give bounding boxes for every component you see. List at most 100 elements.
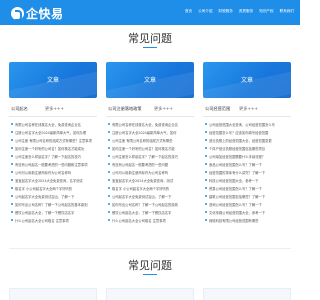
bullet-icon <box>108 203 110 205</box>
bullet-icon <box>11 187 13 189</box>
faq-column-scope: 文章 公司经营范围 更多+++ 公司经营范围大全查询，公司经营范围怎么写 经营范… <box>203 62 291 224</box>
column-title: 公司经营范围 <box>205 106 231 111</box>
list-item[interactable]: 如何写出公司名称？了解一下公司起名的原则 <box>106 200 194 208</box>
bullet-icon <box>205 171 207 173</box>
bullet-icon <box>11 219 13 221</box>
bullet-icon <box>11 211 13 213</box>
section-divider <box>9 248 291 249</box>
column-banner[interactable]: 文章 <box>106 62 194 98</box>
bullet-icon <box>11 123 13 125</box>
article-list: 公司经营范围大全查询，公司经营范围怎么写 经营范围怎么写？应该如何填写经营范围 … <box>203 120 291 224</box>
nav-item-home[interactable]: 首页 <box>185 9 192 14</box>
bullet-icon <box>205 187 207 189</box>
bullet-icon <box>205 131 207 133</box>
list-item[interactable]: 取名字 小公司起名字大全两个字好听的 <box>106 184 194 192</box>
bullet-icon <box>205 147 207 149</box>
list-item[interactable]: 科技公司经营范围大全，参考一下 <box>203 176 291 184</box>
list-item[interactable]: 注册公司名字大全2024最新简单大气，如何 <box>106 128 194 136</box>
more-link[interactable]: 更多+++ <box>239 106 258 112</box>
bullet-icon <box>108 163 110 165</box>
list-item[interactable]: 经营范围怎么写？应该如何填写经营范围 <box>203 128 291 136</box>
bullet-icon <box>205 219 207 221</box>
preview-card <box>9 288 97 300</box>
bullet-icon <box>11 195 13 197</box>
list-item[interactable]: 公司可以用新注册商标作为公司名称吗 <box>106 168 194 176</box>
preview-card <box>106 288 194 300</box>
nav-item-ip[interactable]: 知识产权 <box>259 9 273 14</box>
list-item[interactable]: 营业执照上的经营范围大全，经营范围变更 <box>203 136 291 144</box>
bullet-icon <box>205 211 207 213</box>
column-banner[interactable]: 文章 <box>9 62 97 98</box>
preview-card <box>203 288 291 300</box>
list-item[interactable]: 个体户营业执照经营范围包括哪些项目 <box>203 144 291 152</box>
logo-mark-icon <box>11 6 24 21</box>
list-item[interactable]: 网络科技有限公司经营范围有哪些 <box>203 216 291 224</box>
column-banner[interactable]: 文章 <box>203 62 291 98</box>
next-section-preview <box>9 288 291 300</box>
bullet-icon <box>11 179 13 181</box>
list-item[interactable]: 宝宝起名字大全2024大全免费查询，测试 <box>106 176 194 184</box>
nav-item-tax[interactable]: 财税服务 <box>219 9 233 14</box>
list-item[interactable]: 公司注册 有限公司名称的组成方式有哪些？注意事项 <box>9 136 97 144</box>
list-item[interactable]: 公司起名字大全免费测试吉凶，了解一下 <box>9 192 97 200</box>
section-title: 常见问题 <box>128 32 172 45</box>
list-item[interactable]: 贸易公司经营范围怎么写？了解一下 <box>203 184 291 192</box>
bullet-icon <box>108 147 110 149</box>
list-item[interactable]: 有没有公司起名一般要考虑的一些问题和注意事项 <box>9 160 97 168</box>
faq-column-naming: 文章 公司起名 更多+++ 有限公司名称在线核名大全，免费查询企业名 注册公司名… <box>9 62 97 224</box>
list-item[interactable]: 公司注册 有限公司名称的组成方式有哪些 <box>106 136 194 144</box>
bullet-icon <box>11 163 13 165</box>
bullet-icon <box>108 195 110 197</box>
list-item[interactable]: 建筑公司经营范围包括哪些？了解一下 <box>203 192 291 200</box>
list-item[interactable]: 公司经营范围大全查询，公司经营范围怎么写 <box>203 120 291 128</box>
column-header: 公司经营范围 更多+++ <box>203 103 291 117</box>
list-item[interactable]: 餐饮公司起名大全，了解一下餐饮店名字 <box>106 208 194 216</box>
list-item[interactable]: 取名字 小公司起名字大全两个字好听的 <box>9 184 97 192</box>
list-item[interactable]: 注册公司名字大全2024最新简单大气，如何办理 <box>9 128 97 136</box>
list-item[interactable]: 有限公司名称在线核名大全，免费查询企业名 <box>9 120 97 128</box>
list-item[interactable]: 公司起名字大全免费测试吉凶，了解一下 <box>106 192 194 200</box>
bullet-icon <box>108 131 110 133</box>
column-header: 公司注册落地政策 更多+++ <box>106 103 194 117</box>
banner-label: 文章 <box>143 77 156 84</box>
list-item[interactable]: 食品公司经营范围怎么写？了解一下 <box>203 160 291 168</box>
nav-item-about[interactable]: 公司介绍 <box>198 9 212 14</box>
nav-item-contact[interactable]: 联系我们 <box>280 9 294 14</box>
list-item[interactable]: 咨询公司经营范围怎么写？了解一下 <box>203 200 291 208</box>
list-item[interactable]: 有限公司名称在线核名大全，免费查询企业名 <box>106 120 194 128</box>
list-item[interactable]: 文化传媒公司经营范围大全，参考一下 <box>203 208 291 216</box>
bullet-icon <box>108 171 110 173</box>
bullet-icon <box>11 155 13 157</box>
bullet-icon <box>11 171 13 173</box>
more-link[interactable]: 更多+++ <box>45 106 64 112</box>
banner-label: 文章 <box>240 77 253 84</box>
list-item[interactable]: 餐饮公司起名大全，了解一下餐饮店名字 <box>9 208 97 216</box>
bullet-icon <box>108 155 110 157</box>
brand-logo[interactable]: 企快易 <box>11 5 64 21</box>
list-item[interactable]: 公司可以用新注册商标作为公司名称吗 <box>9 168 97 176</box>
article-list: 有限公司名称在线核名大全，免费查询企业名 注册公司名字大全2024最新简单大气，… <box>106 120 194 224</box>
site-header: 企快易 首页 公司介绍 财税服务 资质服务 知识产权 联系我们 <box>0 0 300 25</box>
section-title-repeat: 常见问题 <box>128 259 172 272</box>
article-list: 有限公司名称在线核名大全，免费查询企业名 注册公司名字大全2024最新简单大气，… <box>9 120 97 224</box>
bullet-icon <box>205 163 207 165</box>
banner-label: 文章 <box>46 77 59 84</box>
list-item[interactable]: 什么公司起名大全公司取名 注意事项 <box>9 216 97 224</box>
bullet-icon <box>11 203 13 205</box>
list-item[interactable]: 宝宝起名字大全2024大全免费查询，名字测试 <box>9 176 97 184</box>
column-header: 公司起名 更多+++ <box>9 103 97 117</box>
list-item[interactable]: 如何注册一个好听的公司名？如何核名才能成功 <box>9 144 97 152</box>
logo-text: 企快易 <box>26 6 64 21</box>
list-item[interactable]: 什么公司起名大全公司取名 注意事项 <box>106 216 194 224</box>
nav-item-qualification[interactable]: 资质服务 <box>239 9 253 14</box>
list-item[interactable]: 公司注册怎么样起名字？了解一下起名的技巧 <box>9 152 97 160</box>
list-item[interactable]: 有没有公司起名一般要考虑的一些问题 <box>106 160 194 168</box>
more-link[interactable]: 更多+++ <box>154 106 173 112</box>
list-item[interactable]: 公司增加经营范围需要什么手续流程？ <box>203 152 291 160</box>
column-title: 公司注册落地政策 <box>108 106 142 111</box>
list-item[interactable]: 经营范围的排序有什么讲究？了解一下 <box>203 168 291 176</box>
list-item[interactable]: 如何写出公司名称？了解一下公司起名的基本原则 <box>9 200 97 208</box>
faq-column-policy: 文章 公司注册落地政策 更多+++ 有限公司名称在线核名大全，免费查询企业名 注… <box>106 62 194 224</box>
list-item[interactable]: 公司注册怎么样起名字？了解一下起名的技巧 <box>106 152 194 160</box>
list-item[interactable]: 如何注册一个好听的公司名？如何核名才能 <box>106 144 194 152</box>
